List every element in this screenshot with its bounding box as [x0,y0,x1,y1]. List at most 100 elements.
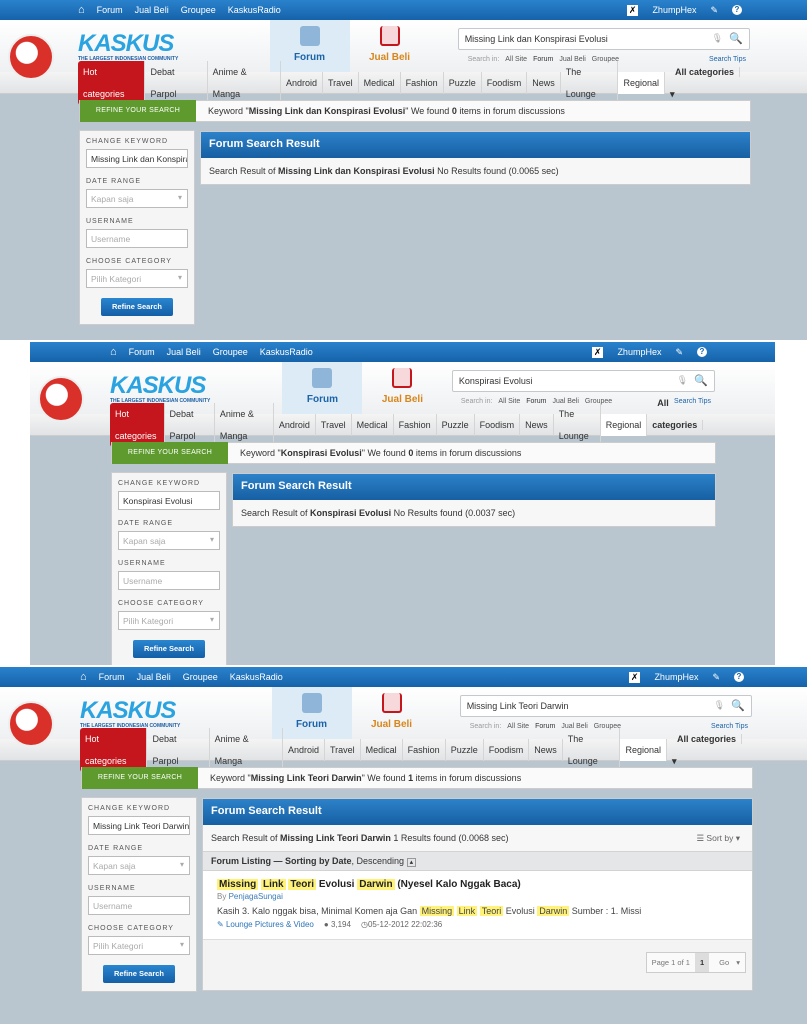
nav-link[interactable]: Jual Beli [135,5,169,15]
category-link[interactable]: Regional [618,72,666,94]
refine-search-button[interactable]: Refine Search [103,965,175,983]
refine-your-search-button[interactable]: REFINE YOUR SEARCH [80,100,196,122]
tab-jual-beli[interactable]: Jual Beli [350,20,430,72]
author-link[interactable]: PenjagaSungai [229,892,283,901]
search-input[interactable]: Missing Link Teori Darwin 🎙 🔍 [459,695,752,717]
category-link[interactable]: Debat Parpol [165,403,215,447]
microphone-icon[interactable]: 🎙 [712,33,723,44]
refine-your-search-button[interactable]: REFINE YOUR SEARCH [112,442,228,464]
tab-forum[interactable]: Forum [269,20,350,72]
search-input[interactable]: Missing Link dan Konspirasi Evolusi 🎙 🔍 [457,28,750,50]
category-link[interactable]: Debat Parpol [145,61,208,105]
category-select[interactable]: Pilih Kategori [118,611,220,630]
username-input[interactable]: Username [118,571,220,590]
username-link[interactable]: ZhumpHex [617,347,661,357]
tab-jual-beli[interactable]: Jual Beli [362,362,442,414]
date-range-select[interactable]: Kapan saja [118,531,220,550]
category-link[interactable]: Anime & Manga [210,728,283,772]
tab-forum[interactable]: Forum [271,687,352,739]
nav-link[interactable]: Forum [99,672,125,682]
kaskus-emblem-icon[interactable] [8,701,54,747]
category-link[interactable]: Foodism [484,739,530,761]
collapse-icon[interactable]: ▴ [406,858,417,867]
search-scope-option[interactable]: Forum [533,56,553,63]
keyword-input[interactable]: Missing Link Teori Darwin [88,816,190,835]
category-link[interactable]: Android [274,414,316,436]
kaskus-logo[interactable]: KASKUS THE LARGEST INDONESIAN COMMUNITY [78,30,178,62]
user-avatar-icon[interactable]: ✗ [628,671,641,683]
category-select[interactable]: Pilih Kategori [86,269,188,288]
category-link[interactable]: Regional [620,739,668,761]
nav-link[interactable]: Jual Beli [137,672,171,682]
keyword-input[interactable]: Konspirasi Evolusi [118,491,220,510]
username-link[interactable]: ZhumpHex [654,672,698,682]
username-input[interactable]: Username [88,896,190,915]
category-link[interactable]: Fashion [403,739,446,761]
microphone-icon[interactable]: 🎙 [714,700,725,711]
search-scope-option[interactable]: All Site [505,56,527,63]
category-link[interactable]: Hot categories [78,61,146,105]
category-link[interactable]: News [529,739,563,761]
category-link[interactable]: Puzzle [446,739,484,761]
nav-link[interactable]: KaskusRadio [230,672,283,682]
thread-title-link[interactable]: Missing Link Teori Evolusi Darwin (Nyese… [217,879,738,890]
search-scope-option[interactable]: Forum [535,723,555,730]
kaskus-logo[interactable]: KASKUS THE LARGEST INDONESIAN COMMUNITY [80,697,180,729]
search-scope-option[interactable]: All Site [498,398,520,405]
tab-jual-beli[interactable]: Jual Beli [352,687,432,739]
nav-link[interactable]: Jual Beli [167,347,201,357]
category-link[interactable]: News [520,414,554,436]
category-link[interactable]: Anime & Manga [215,403,274,447]
search-icon[interactable]: 🔍 [694,374,708,387]
user-avatar-icon[interactable]: ✗ [591,346,604,358]
home-icon[interactable]: ⌂ [80,671,87,683]
nav-link[interactable]: KaskusRadio [260,347,313,357]
category-link[interactable]: Travel [325,739,361,761]
refine-your-search-button[interactable]: REFINE YOUR SEARCH [82,767,198,789]
category-link[interactable]: The Lounge [563,728,621,772]
go-dropdown[interactable]: Go ▾ [709,953,745,972]
help-icon[interactable]: ? [697,347,707,357]
help-icon[interactable]: ? [732,5,742,15]
kaskus-logo[interactable]: KASKUS THE LARGEST INDONESIAN COMMUNITY [110,372,210,404]
home-icon[interactable]: ⌂ [78,4,85,16]
username-link[interactable]: ZhumpHex [652,5,696,15]
microphone-icon[interactable]: 🎙 [677,375,688,386]
category-select[interactable]: Pilih Kategori [88,936,190,955]
search-icon[interactable]: 🔍 [729,32,743,45]
category-link[interactable]: News [527,72,561,94]
category-link[interactable]: Debat Parpol [147,728,210,772]
username-input[interactable]: Username [86,229,188,248]
search-icon[interactable]: 🔍 [731,699,745,712]
page-button[interactable]: 1 [694,953,710,972]
kaskus-emblem-icon[interactable] [8,34,54,80]
category-link[interactable]: Foodism [475,414,521,436]
category-link[interactable]: The Lounge [554,403,601,447]
all-categories-dropdown[interactable]: All categories ▾ [665,61,750,105]
refine-search-button[interactable]: Refine Search [101,298,173,316]
user-avatar-icon[interactable]: ✗ [626,4,639,16]
help-icon[interactable]: ? [734,672,744,682]
nav-link[interactable]: KaskusRadio [228,5,281,15]
category-link[interactable]: Travel [323,72,359,94]
nav-link[interactable]: Groupee [183,672,218,682]
search-scope-option[interactable]: Forum [526,398,546,405]
sort-by-dropdown[interactable]: ☰ Sort by ▾ [696,833,740,844]
refine-search-button[interactable]: Refine Search [133,640,205,658]
category-link[interactable]: Hot categories [80,728,148,772]
nav-link[interactable]: Forum [97,5,123,15]
category-link[interactable]: Regional [600,414,648,436]
home-icon[interactable]: ⌂ [110,346,117,358]
category-link[interactable]: Puzzle [444,72,482,94]
category-link[interactable]: Medical [352,414,394,436]
category-link[interactable]: Hot categories [110,403,165,447]
all-categories-dropdown[interactable]: All categories ▾ [667,728,752,772]
category-link[interactable]: Medical [361,739,403,761]
forum-link[interactable]: ✎ Lounge Pictures & Video [217,920,314,929]
tab-forum[interactable]: Forum [282,362,363,414]
date-range-select[interactable]: Kapan saja [86,189,188,208]
category-link[interactable]: Foodism [482,72,528,94]
edit-icon[interactable]: ✎ [710,5,718,16]
nav-link[interactable]: Groupee [213,347,248,357]
category-link[interactable]: Fashion [394,414,437,436]
